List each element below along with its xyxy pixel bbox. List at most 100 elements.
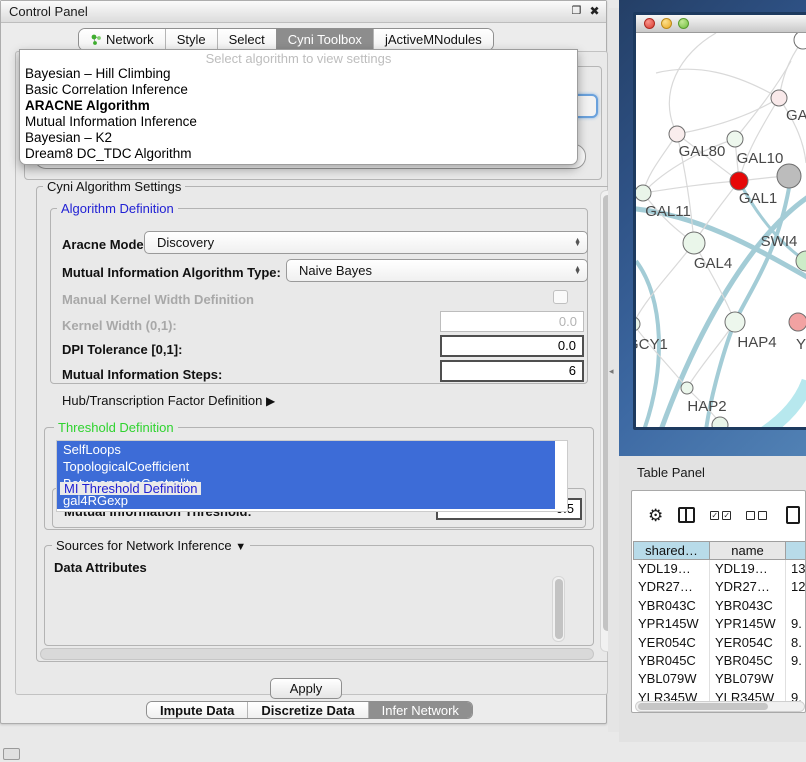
- column-header[interactable]: name: [710, 541, 786, 560]
- node-table: ⚙ ✓✓ shared…name YDL19…YDL19…13YDR27…YDR…: [631, 490, 806, 713]
- network-node[interactable]: [771, 90, 787, 106]
- network-icon: [90, 33, 102, 46]
- mi-steps-label: Mutual Information Steps:: [62, 367, 222, 382]
- restore-icon[interactable]: ❐: [569, 4, 584, 19]
- control-panel-titlebar: Control Panel ❐ ✖: [1, 1, 606, 23]
- table-cell: YLR345W: [710, 689, 786, 701]
- tab-cyni-toolbox[interactable]: Cyni Toolbox: [276, 29, 373, 50]
- mi-type-combobox[interactable]: Naive Bayes ▲▼: [286, 259, 588, 282]
- corner-grip[interactable]: [3, 748, 20, 760]
- combo-spinner-icon: ▲▼: [574, 267, 581, 275]
- network-node[interactable]: [794, 33, 806, 49]
- table-header-row: shared…name: [633, 541, 806, 560]
- table-row[interactable]: YDR27…YDR27…12: [633, 578, 806, 596]
- table-row[interactable]: YBL079WYBL079W: [633, 670, 806, 688]
- network-view-window[interactable]: GALGAL80GAL10GAL1GAL11GAL4SWI4GCY1HAP4YH…: [633, 12, 806, 430]
- tab-discretize-data[interactable]: Discretize Data: [247, 702, 367, 718]
- network-node-gal4[interactable]: [683, 232, 705, 254]
- attribute-item[interactable]: TopologicalCoefficient: [57, 458, 555, 475]
- close-icon[interactable]: ✖: [587, 4, 602, 19]
- data-attributes-list[interactable]: SelfLoopsTopologicalCoefficientBetweenne…: [56, 440, 568, 512]
- algorithm-option[interactable]: Basic Correlation Inference: [20, 82, 577, 98]
- traffic-light-zoom-icon[interactable]: [678, 18, 689, 29]
- network-node-gal10[interactable]: [727, 131, 743, 147]
- column-header[interactable]: [786, 541, 806, 560]
- table-row[interactable]: YBR045CYBR045C9.: [633, 652, 806, 670]
- attributes-vscrollbar-thumb[interactable]: [555, 579, 563, 639]
- attributes-vscrollbar[interactable]: [552, 576, 565, 642]
- network-node-gal1[interactable]: [730, 172, 748, 190]
- table-hscrollbar-thumb[interactable]: [638, 703, 768, 710]
- table-cell: YDL19…: [710, 560, 786, 578]
- threshold-title: Threshold Definition: [54, 421, 178, 434]
- table-row[interactable]: YER054CYER054C8.: [633, 634, 806, 652]
- data-attributes-label: Data Attributes: [54, 560, 147, 575]
- traffic-light-minimize-icon[interactable]: [661, 18, 672, 29]
- network-node-gcy1[interactable]: [636, 317, 640, 331]
- network-node[interactable]: [712, 417, 728, 427]
- settings-hscrollbar[interactable]: [40, 648, 594, 660]
- traffic-light-close-icon[interactable]: [644, 18, 655, 29]
- collapse-arrow-icon[interactable]: ▼: [235, 541, 246, 553]
- table-row[interactable]: YDL19…YDL19…13: [633, 560, 806, 578]
- unchecked-boxes-icon[interactable]: [746, 511, 767, 520]
- table-cell: YBL079W: [633, 670, 710, 688]
- network-node-hap4[interactable]: [725, 312, 745, 332]
- node-label: HAP2: [687, 398, 726, 415]
- algorithm-option[interactable]: Dream8 DC_TDC Algorithm: [20, 146, 577, 162]
- node-label: GAL1: [739, 190, 777, 207]
- kernel-width-field: 0.0: [440, 311, 584, 332]
- network-graph[interactable]: GALGAL80GAL10GAL1GAL11GAL4SWI4GCY1HAP4YH…: [636, 33, 806, 427]
- combo-spinner-icon: ▲▼: [574, 239, 581, 247]
- apply-button[interactable]: Apply: [270, 678, 342, 699]
- tab-label: Style: [177, 32, 206, 47]
- aracne-mode-combobox[interactable]: Discovery ▲▼: [144, 231, 588, 254]
- table-row[interactable]: YLR345WYLR345W9.: [633, 689, 806, 701]
- mi-steps-field[interactable]: 6: [440, 360, 584, 382]
- table-cell: YBR045C: [633, 652, 710, 670]
- table-cell: 12: [786, 578, 806, 596]
- tab-select[interactable]: Select: [217, 29, 276, 50]
- network-node[interactable]: [777, 164, 801, 188]
- hub-definition-toggle[interactable]: Hub/Transcription Factor Definition ▶: [62, 393, 275, 408]
- file-icon[interactable]: [786, 506, 800, 524]
- checked-boxes-icon[interactable]: ✓✓: [710, 511, 731, 520]
- algorithm-option[interactable]: Mutual Information Inference: [20, 114, 577, 130]
- table-cell: YPR145W: [710, 615, 786, 633]
- columns-icon[interactable]: [678, 507, 695, 523]
- expand-arrow-icon[interactable]: ▶: [266, 394, 275, 408]
- network-window-titlebar[interactable]: [636, 15, 806, 33]
- manual-kernel-checkbox[interactable]: [553, 290, 568, 304]
- splitter-arrow-icon[interactable]: ◂: [609, 366, 614, 377]
- tab-network[interactable]: Network: [79, 29, 165, 50]
- table-panel: Table Panel ⚙ ✓✓ shared…name YDL19…YDL19…: [619, 456, 806, 742]
- network-node-gal80[interactable]: [669, 126, 685, 142]
- table-row[interactable]: YPR145WYPR145W9.: [633, 615, 806, 633]
- tab-jactivemnodules[interactable]: jActiveMNodules: [373, 29, 493, 50]
- node-label: GAL4: [694, 255, 732, 272]
- attribute-item[interactable]: SelfLoops: [57, 441, 555, 458]
- table-cell: 9.: [786, 615, 806, 633]
- network-node-gal11[interactable]: [636, 185, 651, 201]
- gear-icon[interactable]: ⚙: [648, 507, 663, 524]
- dpi-tolerance-field[interactable]: 0.0: [440, 335, 584, 357]
- network-node-y[interactable]: [789, 313, 806, 331]
- column-header[interactable]: shared…: [633, 541, 710, 560]
- table-cell: YDR27…: [710, 578, 786, 596]
- mi-threshold-title: MI Threshold Definition: [60, 482, 201, 495]
- tab-impute-data[interactable]: Impute Data: [147, 702, 247, 718]
- table-cell: YBL079W: [710, 670, 786, 688]
- node-label: HAP4: [737, 334, 776, 351]
- table-hscrollbar[interactable]: [635, 701, 805, 712]
- tab-infer-network[interactable]: Infer Network: [368, 702, 472, 718]
- algorithm-option[interactable]: Bayesian – K2: [20, 130, 577, 146]
- network-node-hap2[interactable]: [681, 382, 693, 394]
- tab-style[interactable]: Style: [165, 29, 217, 50]
- algorithm-option[interactable]: Bayesian – Hill Climbing: [20, 66, 577, 82]
- algorithm-option[interactable]: ARACNE Algorithm: [20, 98, 577, 114]
- table-cell: [786, 670, 806, 688]
- sources-toggle[interactable]: Sources for Network Inference ▼: [52, 539, 250, 554]
- table-row[interactable]: YBR043CYBR043C: [633, 597, 806, 615]
- dpi-tolerance-label: DPI Tolerance [0,1]:: [62, 342, 182, 357]
- mi-type-label: Mutual Information Algorithm Type:: [62, 265, 281, 280]
